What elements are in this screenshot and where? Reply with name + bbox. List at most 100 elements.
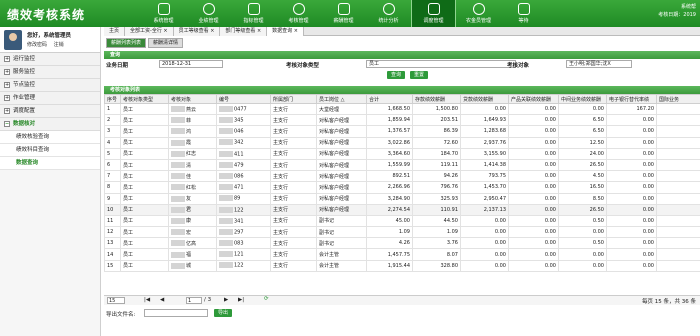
date-input[interactable]: 2018-12-31 <box>159 60 223 68</box>
tab[interactable]: 数据查询 × <box>267 27 304 36</box>
sidebar-subitem[interactable]: 绩效科目查询 <box>0 144 100 157</box>
prev-page-icon[interactable]: ◀ <box>160 297 164 303</box>
masked-value <box>219 195 233 202</box>
change-password-link[interactable]: 修改密码 <box>27 42 47 48</box>
type-select[interactable]: 员工 <box>366 60 516 68</box>
table-cell: 主支行 <box>270 170 317 183</box>
top-nav-item[interactable]: 等待 <box>501 0 546 27</box>
export-button[interactable]: 导出 <box>214 309 233 317</box>
column-header[interactable]: 考核对象 <box>168 94 217 104</box>
cell-text: 121 <box>234 251 244 258</box>
masked-value <box>219 172 233 179</box>
masked-value <box>171 150 185 157</box>
refresh-icon[interactable]: ⟳ <box>264 296 269 302</box>
table-row[interactable]: 13 员工 亿高 083 主支行 副书记 4.26 3.76 0.00 0.00 0.50 0.00 <box>104 237 700 250</box>
tab[interactable]: 全部工资-全行 × <box>125 27 174 36</box>
table-row[interactable]: 8 员工 红松 471 主支行 对私客户经理 2,266.96 796.76 1,453.70 0… <box>104 181 700 194</box>
top-nav-item[interactable]: 薪酬管理 <box>321 0 366 27</box>
tab[interactable]: 部门等级查看 × <box>220 27 268 36</box>
column-header[interactable]: 电子银行替代率绩 <box>606 94 657 104</box>
sidebar-item-label: 运行监控 <box>13 56 36 62</box>
tab[interactable]: 员工等级查看 × <box>173 27 221 36</box>
column-header[interactable]: 产品关联绩效薪酬 <box>508 94 559 104</box>
table-cell: 员工 <box>120 203 169 216</box>
table-row[interactable]: 14 员工福 121 主支行 会计主管 1,457.75 8.07 0.00 0.00 0.00 0… <box>104 248 700 261</box>
column-header[interactable]: 编号 <box>216 94 271 104</box>
top-nav-item[interactable]: 系统管理 <box>141 0 186 27</box>
sidebar-item[interactable]: + 作业管理 <box>0 92 100 105</box>
table-row[interactable]: 15 员工城 122 主支行 会计主管 1,915.44 328.80 0.00 0.00 0.0… <box>104 259 700 272</box>
subtab[interactable]: 薪酬列表列表 <box>106 38 147 48</box>
table-row[interactable]: 3 员工鸿 046 主支行 对私客户经理 1,376.57 86.39 1,283.68 0.0… <box>104 125 700 138</box>
table-cell: 燕云 <box>168 102 217 116</box>
table-row[interactable]: 9 员工友 89 主支行 对私客户经理 3,284.90 325.93 2,950.47 0.0… <box>104 192 700 205</box>
column-header[interactable]: 中间业务绩效薪酬 <box>558 94 607 104</box>
table-cell: 203.51 <box>412 114 461 127</box>
sidebar-item[interactable]: − 数据核对 <box>0 118 100 131</box>
column-header[interactable]: 所属部门 <box>270 94 317 104</box>
table-row[interactable]: 1 员工 燕云 0477 主支行 大堂经理 1,668.50 1,500.80 0.00 0.00… <box>104 102 700 116</box>
table-cell: 主支行 <box>270 158 317 172</box>
table-cell: 员工 <box>120 237 169 250</box>
expand-icon: + <box>4 82 10 88</box>
column-header[interactable]: 考核对象类型 <box>120 94 169 104</box>
expand-icon: − <box>4 121 10 127</box>
page-size-select[interactable]: 15 <box>107 297 125 304</box>
first-page-icon[interactable]: |◀ <box>144 297 150 303</box>
table-header-row: 序号 考核对象类型 考核对象 编号 所属部门 员工岗位 △ 合计 存款绩效薪酬 贷款绩效薪酬 产品… <box>104 94 700 104</box>
reset-button[interactable]: 重置 <box>410 71 429 79</box>
top-nav-item[interactable]: 考核管理 <box>276 0 321 27</box>
sidebar-subitem[interactable]: 数据查询 <box>0 157 100 170</box>
object-input[interactable]: 王小明;郑国华;沈X <box>566 60 632 68</box>
table-row[interactable]: 2 员工菲 345 主支行 对私客户经理 1,859.94 203.51 1,649.93 0.… <box>104 114 700 127</box>
table-row[interactable]: 11 员工康 341 主支行 副书记 45.00 44.50 0.00 0.00 0.50 0.00 <box>104 214 700 228</box>
column-header[interactable]: 贷款绩效薪酬 <box>460 94 509 104</box>
table-row[interactable]: 5 员工 红志 411 主支行 对私客户经理 3,364.60 184.70 3,155.90 0… <box>104 147 700 160</box>
table-cell: 员工 <box>120 147 169 160</box>
table-row[interactable]: 6 员工清 479 主支行 对私客户经理 1,559.99 119.11 1,414.38 0.… <box>104 158 700 172</box>
column-header[interactable]: 员工岗位 △ <box>316 94 367 104</box>
table-cell: 员工 <box>120 248 169 261</box>
column-header[interactable]: 存款绩效薪酬 <box>412 94 461 104</box>
table-cell: 员工 <box>120 192 169 205</box>
table-cell: 6.50 <box>558 114 607 127</box>
page-input[interactable]: 1 <box>186 297 202 304</box>
tab[interactable]: 主页 <box>104 27 126 36</box>
sidebar-subitem[interactable]: 绩效核验查询 <box>0 131 100 144</box>
top-nav-item[interactable]: 业绩管理 <box>186 0 231 27</box>
nav-label: 指标管理 <box>243 18 264 24</box>
column-header[interactable]: 国际业务 <box>656 94 700 104</box>
object-label: 考核对象 <box>507 63 530 69</box>
search-button[interactable]: 查询 <box>387 71 406 79</box>
table-cell: 2,266.96 <box>366 181 413 194</box>
cell-text: 福 <box>186 252 192 259</box>
top-nav-item[interactable]: 调度管理 <box>411 0 456 27</box>
expand-icon: + <box>4 108 10 114</box>
system-help-link[interactable]: 系统帮 <box>658 3 696 11</box>
logout-link[interactable]: 注销 <box>54 42 64 48</box>
cell-text: 宏 <box>186 229 192 236</box>
subtab[interactable]: 薪酬清详情 <box>148 38 184 48</box>
export-filename-input[interactable] <box>144 309 208 317</box>
last-page-icon[interactable]: ▶| <box>238 297 244 303</box>
user-box: 您好，系统管理员 修改密码 注销 <box>0 27 100 53</box>
nav-icon <box>472 3 485 15</box>
sidebar-item[interactable]: + 调度配置 <box>0 105 100 118</box>
cell-text: 89 <box>234 195 241 202</box>
masked-value <box>171 240 185 247</box>
sidebar-item[interactable]: + 节点监控 <box>0 79 100 92</box>
top-nav-item[interactable]: 农金员管理 <box>456 0 501 27</box>
column-header[interactable]: 序号 <box>104 94 121 104</box>
sidebar-item[interactable]: + 服务监控 <box>0 66 100 79</box>
next-page-icon[interactable]: ▶ <box>224 297 228 303</box>
table-row[interactable]: 4 员工霞 342 主支行 对私客户经理 3,022.86 72.60 2,937.76 0.0… <box>104 136 700 149</box>
top-nav-item[interactable]: 指标管理 <box>231 0 276 27</box>
table-row[interactable]: 10 员工君 122 主支行 对私客户经理 2,274.54 110.91 2,137.13 0… <box>104 203 700 216</box>
top-nav-item[interactable]: 统计分析 <box>366 0 411 27</box>
table-cell: 3 <box>104 125 121 138</box>
main-content: 主页 全部工资-全行 × 员工等级查看 × 部门等级查看 × 数据查询 × 薪酬列表列表… <box>104 27 700 336</box>
table-row[interactable]: 12 员工宏 297 主支行 副书记 1.09 1.09 0.00 0.00 0.00 0.00 <box>104 226 700 239</box>
column-header[interactable]: 合计 <box>366 94 413 104</box>
sidebar-item[interactable]: + 运行监控 <box>0 53 100 66</box>
table-row[interactable]: 7 员工佳 086 主支行 对私客户经理 892.51 94.26 793.75 0.00 4.5… <box>104 170 700 183</box>
